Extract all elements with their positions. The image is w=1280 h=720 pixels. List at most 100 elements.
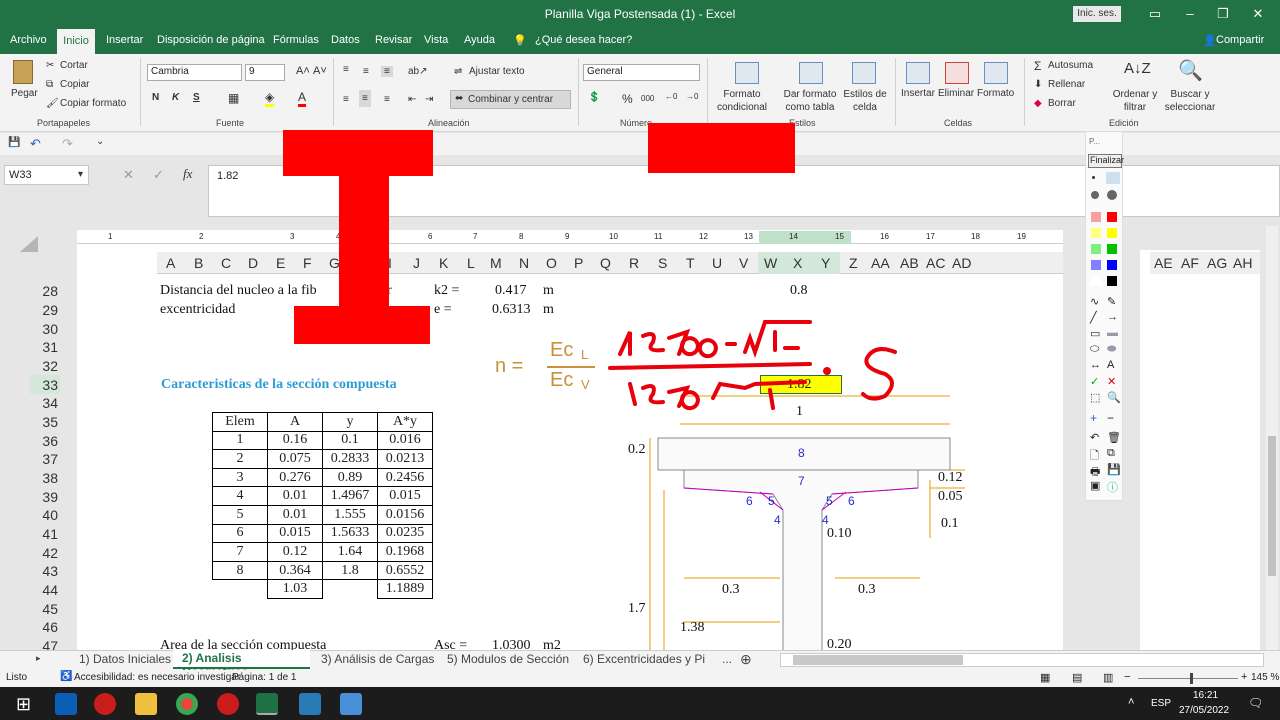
table-cell[interactable]: 4 [212,486,268,506]
table-cell[interactable]: 0.016 [377,430,433,451]
select-all-corner[interactable] [20,236,38,252]
column-header[interactable]: AG [1207,255,1227,271]
horizontal-scroll-thumb[interactable] [793,655,963,665]
table-cell[interactable]: 1.64 [322,542,378,562]
paste-icon[interactable] [13,60,33,84]
delete-cells-icon[interactable] [945,62,969,84]
column-header[interactable]: A [166,255,175,271]
undo-icon[interactable]: ↶ [30,136,41,152]
column-header[interactable]: O [546,255,557,271]
conditional-format-button[interactable]: Formato condicional [716,88,768,114]
table-total[interactable]: 1.1889 [377,579,433,599]
column-header[interactable]: Q [600,255,611,271]
cancel-icon[interactable]: ✕ [123,167,134,183]
find-select-button[interactable]: Buscar y seleccionar [1159,88,1221,114]
font-size-combo[interactable]: 9 [245,64,285,81]
column-header[interactable]: AA [871,255,890,271]
section-title[interactable]: Caracteristicas de la sección compuesta [161,377,397,393]
cross-icon[interactable]: ✕ [1107,375,1116,388]
column-header[interactable]: E [276,255,285,271]
page-break-view-icon[interactable]: ▥ [1103,671,1113,684]
bold-button[interactable]: N [152,92,159,103]
tab-disposicion[interactable]: Disposición de página [157,34,265,46]
fill-button[interactable]: Rellenar [1048,79,1085,90]
arrow-icon[interactable]: → [1107,311,1118,323]
row-number[interactable]: 35 [30,414,58,430]
signin-button[interactable]: Inic. ses. [1073,6,1121,22]
column-header[interactable]: AE [1154,255,1173,271]
ellipse-icon[interactable]: ⬭ [1090,343,1099,356]
select-icon[interactable]: ⬚ [1090,391,1100,404]
pen-size-xl-icon[interactable] [1107,190,1117,200]
row-number[interactable]: 39 [30,489,58,505]
table-header[interactable]: A*y [377,412,433,432]
zoom-out-icon[interactable]: − [1124,671,1130,683]
info-icon[interactable]: ⓘ [1107,479,1118,495]
table-cell[interactable]: 5 [212,504,268,525]
wrap-text-button[interactable]: Ajustar texto [469,66,525,77]
grow-font-icon[interactable]: A˄ [296,65,310,77]
delete-cells-button[interactable]: Eliminar [938,88,974,99]
language-indicator[interactable]: ESP [1151,698,1171,709]
next-sheet-icon[interactable]: ▸ [36,653,41,664]
table-cell[interactable]: 7 [212,542,268,562]
percent-icon[interactable]: % [622,92,633,106]
plus-icon[interactable]: + [1090,411,1097,425]
cell-r29-unit[interactable]: m [543,302,554,318]
cell-styles-button[interactable]: Estilos de celda [842,88,888,114]
minus-icon[interactable]: − [1107,411,1114,425]
customize-qat-icon[interactable]: ⌄ [96,136,104,147]
italic-button[interactable]: K [172,92,179,103]
table-cell[interactable]: 0.0235 [377,523,433,544]
column-header[interactable]: M [490,255,502,271]
table-cell[interactable]: 6 [212,523,268,544]
tab-archivo[interactable]: Archivo [10,34,47,46]
row-number[interactable]: 38 [30,470,58,486]
more-sheets[interactable]: ... [722,652,732,666]
table-cell[interactable]: 0.276 [267,467,323,488]
normal-view-icon[interactable]: ▦ [1040,671,1050,684]
table-cell[interactable]: 0.89 [322,467,378,488]
save-ink-icon[interactable]: 💾 [1107,463,1121,476]
redo-icon[interactable]: ↷ [62,136,73,152]
tab-insertar[interactable]: Insertar [106,34,143,46]
zoom-level[interactable]: 145 % [1251,672,1279,683]
cell-r29-val[interactable]: 0.6313 [492,302,531,318]
align-center-icon[interactable]: ≡ [359,90,371,107]
format-cells-icon[interactable] [984,62,1008,84]
decrease-decimal-icon[interactable]: →0 [686,92,698,101]
close-button[interactable]: ✕ [1248,4,1268,24]
number-format-combo[interactable]: General [583,64,700,81]
column-header[interactable]: B [194,255,203,271]
minimize-button[interactable]: – [1180,4,1200,24]
table-cell[interactable]: 0.075 [267,449,323,469]
column-header[interactable]: P [574,255,583,271]
tab-formulas[interactable]: Fórmulas [273,34,319,46]
column-header[interactable]: AF [1181,255,1199,271]
find-icon[interactable]: 🔍 [1178,58,1203,83]
table-cell[interactable]: 0.0156 [377,504,433,525]
row-number[interactable]: 41 [30,526,58,542]
clock-date[interactable]: 27/05/2022 [1179,705,1229,716]
table-header[interactable]: y [322,412,378,432]
vertical-scrollbar[interactable] [1266,226,1278,650]
color-swatch[interactable] [1091,260,1101,270]
conditional-format-icon[interactable] [735,62,759,84]
table-cell[interactable]: 0.0213 [377,449,433,469]
double-arrow-icon[interactable]: ↔ [1090,359,1101,371]
align-right-icon[interactable]: ≡ [384,94,390,105]
insert-function-icon[interactable]: fx [183,166,192,182]
cut-button[interactable]: Cortar [60,60,88,71]
cell-styles-icon[interactable] [852,62,876,84]
notifications-icon[interactable]: 🗨 [1248,696,1263,710]
maximize-button[interactable]: ❐ [1213,4,1233,24]
table-cell[interactable]: 0.2456 [377,467,433,488]
column-header[interactable]: D [248,255,258,271]
column-header[interactable]: K [439,255,448,271]
sort-filter-icon[interactable]: A↓Z [1124,60,1151,77]
finalizar-button[interactable]: Finalizar [1088,154,1124,168]
table-total[interactable] [323,580,378,599]
autosum-button[interactable]: Autosuma [1048,60,1093,71]
sheet-tab-active[interactable]: 2) Analisis Geometrico [173,650,310,679]
tab-vista[interactable]: Vista [424,34,448,46]
